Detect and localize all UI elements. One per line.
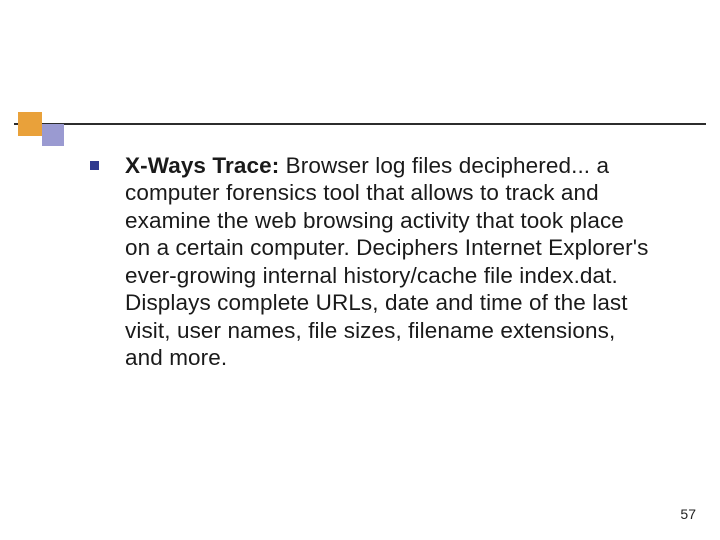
page-number: 57 <box>680 506 696 522</box>
bullet-item: X-Ways Trace: Browser log files decipher… <box>90 152 650 372</box>
title-divider <box>14 108 706 138</box>
bullet-marker-icon <box>90 161 99 170</box>
divider-line <box>14 123 706 125</box>
bullet-text: X-Ways Trace: Browser log files decipher… <box>125 152 650 372</box>
bullet-rest: Browser log files deciphered... a comput… <box>125 153 649 370</box>
slide-body: X-Ways Trace: Browser log files decipher… <box>90 152 650 372</box>
accent-square-purple <box>42 124 64 146</box>
accent-square-orange <box>18 112 42 136</box>
bullet-lead: X-Ways Trace: <box>125 153 279 178</box>
